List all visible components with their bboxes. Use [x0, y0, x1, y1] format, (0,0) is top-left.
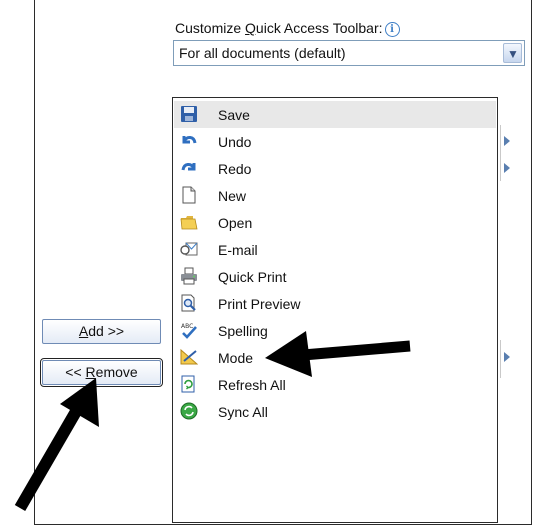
- submenu-arrow-icon[interactable]: [504, 136, 510, 146]
- list-item-new[interactable]: New: [174, 182, 496, 209]
- design-mode-icon: [180, 348, 198, 365]
- save-icon: [181, 106, 197, 122]
- svg-text:ABC: ABC: [181, 323, 193, 330]
- refresh-all-icon: [181, 375, 195, 393]
- list-item-refresh-all[interactable]: Refresh All: [174, 371, 496, 398]
- list-item-redo[interactable]: Redo: [174, 155, 510, 182]
- customize-toolbar-label: Customize Quick Access Toolbar: i: [175, 20, 400, 37]
- redo-icon: [181, 163, 196, 171]
- chevron-down-icon: ▼: [507, 47, 519, 61]
- list-item-mode[interactable]: Mode: [174, 344, 510, 371]
- list-item-open[interactable]: Open: [174, 209, 496, 236]
- list-item-sync-all[interactable]: Sync All: [174, 398, 496, 425]
- add-button[interactable]: Add >>: [42, 319, 161, 344]
- email-icon: [180, 242, 198, 256]
- info-icon[interactable]: i: [384, 22, 400, 37]
- sync-all-icon: [180, 402, 198, 420]
- printer-icon: [181, 267, 197, 285]
- list-item-spelling[interactable]: ABC Spelling: [174, 317, 496, 344]
- new-document-icon: [182, 186, 196, 204]
- remove-button[interactable]: << Remove: [40, 358, 163, 387]
- submenu-arrow-icon[interactable]: [504, 352, 510, 362]
- scope-select-value: For all documents (default): [179, 45, 346, 61]
- submenu-separator: [500, 340, 501, 378]
- spelling-icon: ABC: [181, 323, 197, 339]
- list-item-email[interactable]: E-mail: [174, 236, 496, 263]
- access-key-letter: Q: [245, 20, 256, 36]
- toolbar-commands-list[interactable]: Save Undo Redo New Open E-mail Quick Pri…: [172, 97, 510, 523]
- submenu-separator: [500, 125, 501, 181]
- dropdown-button[interactable]: ▼: [503, 43, 522, 63]
- list-item-quick-print[interactable]: Quick Print: [174, 263, 496, 290]
- list-item-undo[interactable]: Undo: [174, 128, 510, 155]
- undo-icon: [182, 136, 197, 144]
- submenu-arrow-icon[interactable]: [504, 163, 510, 173]
- list-item-save[interactable]: Save: [174, 101, 496, 128]
- print-preview-icon: [181, 294, 196, 312]
- toolbar-scope-select[interactable]: For all documents (default) ▼: [173, 40, 525, 66]
- open-folder-icon: [180, 216, 198, 230]
- list-item-print-preview[interactable]: Print Preview: [174, 290, 496, 317]
